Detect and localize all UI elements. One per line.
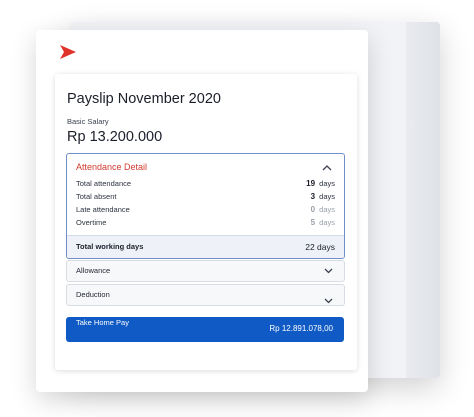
total-working-days-row: Total working days 22 days: [67, 235, 344, 258]
logo-icon: [60, 45, 76, 59]
attendance-detail-header[interactable]: Attendance Detail: [76, 162, 147, 172]
total-working-days-value: 22 days: [305, 242, 335, 252]
attendance-row-value: 19 days: [306, 179, 335, 188]
attendance-row: Total attendance 19 days: [76, 179, 335, 191]
allowance-accordion[interactable]: Allowance: [66, 260, 345, 282]
attendance-row-value: 0 days: [310, 205, 335, 214]
deduction-label: Deduction: [76, 290, 110, 299]
attendance-row-label: Late attendance: [76, 205, 130, 214]
total-working-days-label: Total working days: [76, 242, 144, 251]
attendance-row-value: 5 days: [310, 218, 335, 227]
basic-salary-label: Basic Salary: [67, 117, 109, 126]
attendance-row: Total absent 3 days: [76, 192, 335, 204]
basic-salary-value: Rp 13.200.000: [67, 129, 163, 145]
chevron-down-icon[interactable]: [324, 268, 333, 274]
attendance-detail-panel: Attendance Detail Total attendance 19 da…: [66, 153, 345, 259]
chevron-up-icon[interactable]: [322, 164, 332, 171]
attendance-row-label: Overtime: [76, 218, 107, 227]
deduction-accordion[interactable]: Deduction: [66, 284, 345, 306]
attendance-row-label: Total attendance: [76, 179, 132, 188]
attendance-row-label: Total absent: [76, 192, 117, 201]
attendance-row: Late attendance 0 days: [76, 205, 335, 217]
take-home-pay-value: Rp 12.891.078,00: [269, 324, 333, 333]
page-title: Payslip November 2020: [67, 91, 221, 107]
attendance-row: Overtime 5 days: [76, 218, 335, 230]
take-home-pay-label: Take Home Pay: [76, 318, 129, 327]
attendance-row-value: 3 days: [310, 192, 335, 201]
take-home-pay-bar[interactable]: Take Home Pay Rp 12.891.078,00: [66, 317, 344, 342]
allowance-label: Allowance: [76, 266, 111, 275]
chevron-down-icon[interactable]: [324, 298, 333, 304]
